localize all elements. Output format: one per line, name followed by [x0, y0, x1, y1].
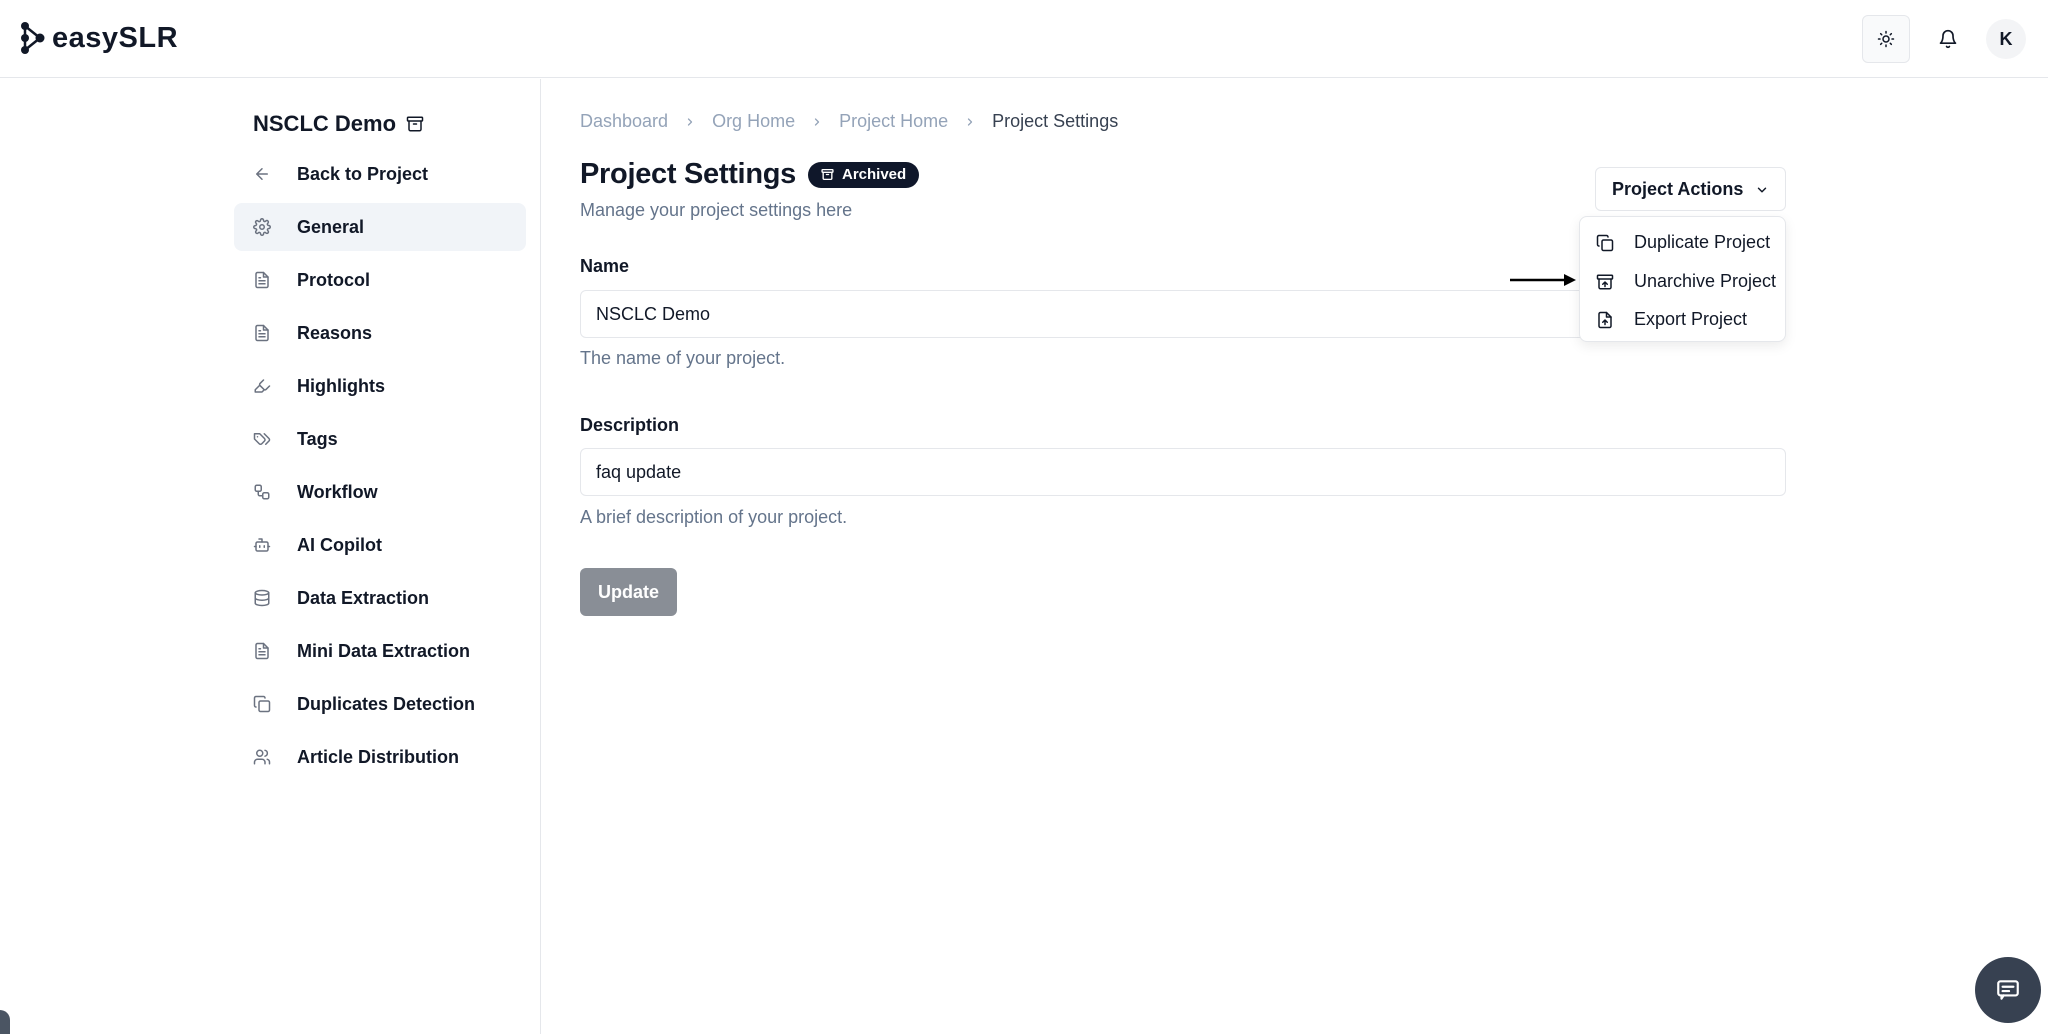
workflow-icon: [253, 483, 271, 501]
sidebar-item-tags[interactable]: Tags: [234, 415, 526, 463]
highlighter-icon: [253, 377, 271, 395]
status-badge: Archived: [807, 161, 920, 188]
page-subtitle: Manage your project settings here: [580, 200, 853, 220]
copy-icon: [253, 695, 271, 713]
menu-item-label: Duplicate Project: [1634, 232, 1771, 252]
sidebar-item-label: Reasons: [297, 323, 373, 343]
sun-icon: [1877, 30, 1895, 48]
sidebar-project-title: NSCLC Demo: [253, 111, 424, 137]
sidebar-item-label: Tags: [297, 429, 338, 449]
logo[interactable]: easySLR: [20, 20, 178, 56]
breadcrumb-project-home[interactable]: Project Home: [839, 111, 948, 132]
status-badge-label: Archived: [841, 166, 907, 183]
sidebar-item-duplicates-detection[interactable]: Duplicates Detection: [234, 680, 526, 728]
menu-item-unarchive-project[interactable]: Unarchive Project: [1580, 262, 1787, 300]
menu-item-duplicate-project[interactable]: Duplicate Project: [1580, 223, 1787, 261]
sidebar-item-label: Data Extraction: [297, 588, 430, 608]
description-help-text: A brief description of your project.: [580, 507, 848, 527]
sidebar-item-reasons[interactable]: Reasons: [234, 309, 526, 357]
update-button[interactable]: Update: [580, 568, 677, 616]
project-actions-button[interactable]: Project Actions: [1595, 167, 1786, 211]
sidebar-item-ai-copilot[interactable]: AI Copilot: [234, 521, 526, 569]
page-header: Project Settings Archived: [580, 158, 920, 191]
chevron-right-icon: [687, 117, 693, 126]
logo-text: easySLR: [52, 21, 179, 54]
archive-icon: [406, 115, 424, 133]
sidebar-item-label: AI Copilot: [297, 535, 382, 555]
logo-icon: [20, 21, 46, 55]
sidebar-item-label: Article Distribution: [297, 747, 460, 767]
chevron-right-icon: [968, 117, 973, 126]
sidebar-item-highlights[interactable]: Highlights: [234, 362, 526, 410]
user-avatar[interactable]: K: [1986, 19, 2026, 59]
sidebar-item-protocol[interactable]: Protocol: [234, 256, 526, 304]
sidebar-item-mini-data-extraction[interactable]: Mini Data Extraction: [234, 627, 526, 675]
sidebar-item-label: Protocol: [297, 270, 371, 290]
sidebar-item-label: Duplicates Detection: [297, 694, 476, 714]
project-actions-menu: Duplicate Project Unarchive Project Expo…: [1579, 216, 1786, 342]
sidebar-item-workflow[interactable]: Workflow: [234, 468, 526, 516]
breadcrumb: Dashboard Org Home Project Home Project …: [580, 111, 1118, 132]
name-help-text: The name of your project.: [580, 348, 786, 368]
arrow-left-icon: [253, 165, 271, 183]
bot-icon: [253, 536, 271, 554]
project-actions-label: Project Actions: [1612, 178, 1744, 199]
sidebar-item-label: Workflow: [297, 482, 378, 502]
theme-toggle-button[interactable]: [1862, 15, 1910, 63]
annotation-arrow-icon: [1508, 271, 1578, 289]
bell-icon: [1938, 29, 1958, 49]
description-label: Description: [580, 415, 680, 435]
tags-icon: [253, 430, 271, 448]
gear-icon: [253, 218, 271, 236]
copy-icon: [1596, 234, 1614, 252]
description-field[interactable]: [580, 448, 1786, 496]
sidebar-item-general[interactable]: General: [234, 203, 526, 251]
back-to-project-label: Back to Project: [297, 164, 429, 184]
name-label: Name: [580, 256, 630, 276]
menu-item-label: Unarchive Project: [1634, 271, 1777, 291]
document-icon: [253, 324, 271, 342]
chat-support-button[interactable]: [1975, 957, 2041, 1023]
document-icon: [253, 642, 271, 660]
sidebar-item-article-distribution[interactable]: Article Distribution: [234, 733, 526, 781]
sidebar-item-data-extraction[interactable]: Data Extraction: [234, 574, 526, 622]
database-icon: [253, 589, 271, 607]
archive-icon: [821, 168, 834, 181]
users-icon: [253, 748, 271, 766]
breadcrumb-project-settings: Project Settings: [992, 111, 1119, 131]
notifications-button[interactable]: [1924, 15, 1972, 63]
sidebar-project-name: NSCLC Demo: [253, 111, 397, 136]
back-to-project-link[interactable]: Back to Project: [234, 150, 526, 198]
file-export-icon: [1596, 311, 1614, 329]
sidebar-item-label: General: [297, 217, 365, 237]
page-title: Project Settings: [580, 158, 796, 190]
breadcrumb-org-home[interactable]: Org Home: [712, 111, 795, 132]
document-icon: [253, 271, 271, 289]
sidebar-item-label: Highlights: [297, 376, 385, 396]
chevron-down-icon: [1755, 183, 1769, 197]
top-bar: easySLR K: [0, 0, 2048, 78]
breadcrumb-dashboard[interactable]: Dashboard: [580, 111, 668, 132]
unarchive-icon: [1596, 273, 1614, 291]
settings-sidebar: NSCLC Demo Back to Project General Proto…: [0, 79, 541, 1034]
menu-item-label: Export Project: [1634, 309, 1748, 329]
chat-icon: [1995, 977, 2021, 1003]
chevron-right-icon: [814, 117, 820, 126]
menu-item-export-project[interactable]: Export Project: [1580, 300, 1787, 338]
sidebar-item-label: Mini Data Extraction: [297, 641, 471, 661]
